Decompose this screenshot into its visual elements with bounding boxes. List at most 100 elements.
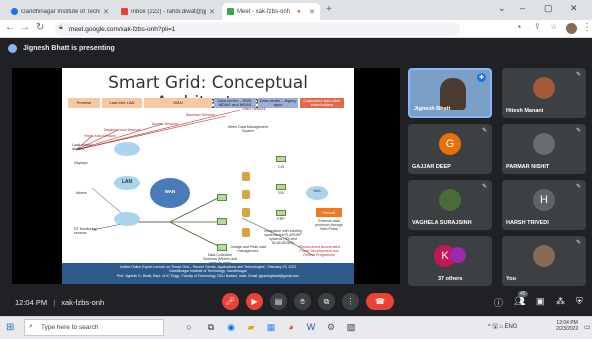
- load-control-label: Load control devices: [72, 143, 92, 151]
- system-clock[interactable]: 12:04 PM 2/23/2022: [556, 320, 578, 333]
- muted-mic-icon: ✎: [575, 72, 581, 78]
- participant-tile-others[interactable]: K 37 others: [408, 236, 492, 286]
- forward-icon[interactable]: →: [20, 22, 30, 33]
- participant-photo: [439, 189, 461, 211]
- tab-gandhinagar[interactable]: Gandhinagar Institute of Techno ✕: [6, 3, 114, 20]
- bookmark-star-icon[interactable]: ☆: [550, 22, 557, 31]
- participant-tile-you[interactable]: ✎ You: [502, 236, 586, 286]
- reload-icon[interactable]: ↻: [36, 22, 44, 33]
- participant-photo: [533, 245, 555, 267]
- settings-icon[interactable]: ⚙︎: [324, 320, 338, 334]
- widgets-icon[interactable]: ⧉: [204, 320, 218, 334]
- participant-photo: [533, 77, 555, 99]
- present-button[interactable]: ⧉: [318, 293, 335, 310]
- lan-label: LAN: [121, 179, 133, 185]
- participant-tile-vaghela[interactable]: ✎ VAGHELA SURAJSINH: [408, 180, 492, 230]
- close-tab-icon[interactable]: ✕: [309, 8, 315, 16]
- raise-hand-button[interactable]: ✋︎: [294, 293, 311, 310]
- participant-tile-hitesh[interactable]: ✎ Hitesh Manani: [502, 68, 586, 118]
- tab-search-icon[interactable]: ⌄: [498, 3, 506, 14]
- network-label: Neighborhood Network: [104, 128, 141, 132]
- system-tray[interactable]: ^ 🖫 ⌂ ENG: [488, 322, 518, 332]
- notifications-icon[interactable]: ▭: [584, 323, 591, 331]
- tab-title: Inbox (222) - rahdi.diwat@gji: [131, 8, 207, 15]
- participant-name: Hitesh Manani: [506, 108, 544, 114]
- presenting-banner: Jignesh Bhatt is presenting: [8, 44, 115, 53]
- close-tab-icon[interactable]: ✕: [103, 8, 109, 16]
- slide-header-premise: Premise: [68, 98, 100, 108]
- end-call-button[interactable]: ☎︎: [366, 293, 394, 310]
- task-view-icon[interactable]: ○: [182, 320, 196, 334]
- web-label: Web: [313, 189, 321, 193]
- photos-icon[interactable]: ▨: [344, 320, 358, 334]
- address-bar-row: ← → ↻ 🔒︎ meet.google.com/xak-fzbs-onh?pl…: [0, 20, 592, 38]
- taskbar-search-input[interactable]: ⌕ Type here to search: [24, 319, 164, 336]
- new-tab-button[interactable]: +: [326, 4, 332, 15]
- shared-slide: Smart Grid: Conceptual Architecture Prem…: [62, 68, 354, 284]
- erp-label: ERP: [277, 217, 285, 221]
- integration-label: Integration with existing systems and R-…: [264, 229, 302, 245]
- meeting-code: xak-fzbs-onh: [61, 298, 105, 307]
- participant-tile-gajjar[interactable]: G ✎ GAJJAR DEEP: [408, 124, 492, 174]
- minimize-button[interactable]: –: [520, 3, 525, 13]
- host-controls-icon[interactable]: ⛨: [576, 296, 583, 307]
- close-window-button[interactable]: ✕: [570, 3, 578, 14]
- maximize-button[interactable]: ▢: [544, 3, 553, 14]
- chrome-icon[interactable]: ◕: [284, 320, 298, 334]
- windows-start-icon[interactable]: ⊞: [6, 322, 14, 333]
- edge-icon[interactable]: ◉: [224, 320, 238, 334]
- presenting-text: Jignesh Bhatt is presenting: [23, 45, 115, 52]
- chat-icon[interactable]: ▣: [536, 296, 545, 307]
- address-input[interactable]: 🔒︎ meet.google.com/xak-fzbs-onh?pli=1: [55, 22, 460, 36]
- camera-in-use-icon[interactable]: ▪: [518, 22, 521, 31]
- profile-avatar[interactable]: [566, 23, 577, 34]
- participant-tile-parmar[interactable]: ✎ PARMAR NISHIT: [502, 124, 586, 174]
- dcs-bar-icon: [217, 244, 227, 251]
- participant-stack-avatar: [450, 247, 466, 263]
- people-icon[interactable]: 👥︎: [514, 296, 525, 307]
- presenter-avatar-icon: [8, 44, 17, 53]
- lan-cloud-icon: [114, 212, 140, 226]
- dcs-bar-icon: [217, 218, 227, 225]
- file-explorer-icon[interactable]: ▰: [244, 320, 258, 334]
- meeting-info-icon[interactable]: ⓘ: [494, 296, 503, 309]
- more-options-button[interactable]: ⋮: [342, 293, 359, 310]
- camera-off-button[interactable]: ▶: [246, 293, 263, 310]
- participant-tile-harsh[interactable]: H ✎ HARSH TRIVEDI: [502, 180, 586, 230]
- menu-icon[interactable]: ⋮: [582, 22, 592, 33]
- mic-off-button[interactable]: 🎤︎: [222, 293, 239, 310]
- muted-mic-icon: ✎: [575, 240, 581, 246]
- share-icon[interactable]: ⇪: [534, 22, 541, 31]
- recording-dot-icon: ●: [297, 8, 301, 15]
- search-placeholder: Type here to search: [41, 324, 99, 331]
- database-icon: [242, 172, 250, 181]
- close-tab-icon[interactable]: ✕: [209, 8, 215, 16]
- participant-tile-jignesh[interactable]: ✚ Jignesh Bhatt: [408, 68, 492, 118]
- slide-footer: Invited Online Expert Lecture on "Smart …: [62, 263, 354, 284]
- url-text: meet.google.com/xak-fzbs-onh?pli=1: [69, 25, 176, 33]
- back-icon[interactable]: ←: [5, 22, 15, 33]
- meet-icon: [227, 8, 234, 15]
- system-date: 2/23/2022: [556, 326, 579, 333]
- participant-initial-avatar: H: [533, 189, 555, 211]
- muted-mic-icon: ✎: [575, 184, 581, 190]
- firewall-label: Firewall: [316, 208, 342, 217]
- store-icon[interactable]: ▦: [264, 320, 278, 334]
- tab-meet[interactable]: Meet - xak-fzbs-onh ● ✕: [222, 3, 320, 20]
- gis-label: GIS: [277, 191, 285, 195]
- slide-header-customers: Customers and other stakeholders: [300, 98, 344, 108]
- browser-tab-bar: Gandhinagar Institute of Techno ✕ Inbox …: [0, 0, 592, 20]
- activities-icon[interactable]: ⁂: [556, 296, 565, 307]
- lan-cloud-icon: [114, 142, 140, 156]
- dt-sensors-label: DT Monitoring sensors: [74, 227, 97, 235]
- participant-name: VAGHELA SURAJSINH: [412, 220, 472, 226]
- word-icon[interactable]: W: [304, 320, 318, 334]
- speaking-indicator-icon: ✚: [477, 73, 486, 82]
- captions-button[interactable]: ▤: [270, 293, 287, 310]
- meeting-time: 12:04 PM: [15, 298, 48, 307]
- tab-inbox[interactable]: Inbox (222) - rahdi.diwat@gji ✕: [116, 3, 220, 20]
- slide-header-wan: WAN: [144, 98, 212, 108]
- cis-label: CIS: [278, 165, 284, 169]
- participant-count-badge: 45: [518, 291, 528, 297]
- dcs-bar-icon: [217, 194, 227, 201]
